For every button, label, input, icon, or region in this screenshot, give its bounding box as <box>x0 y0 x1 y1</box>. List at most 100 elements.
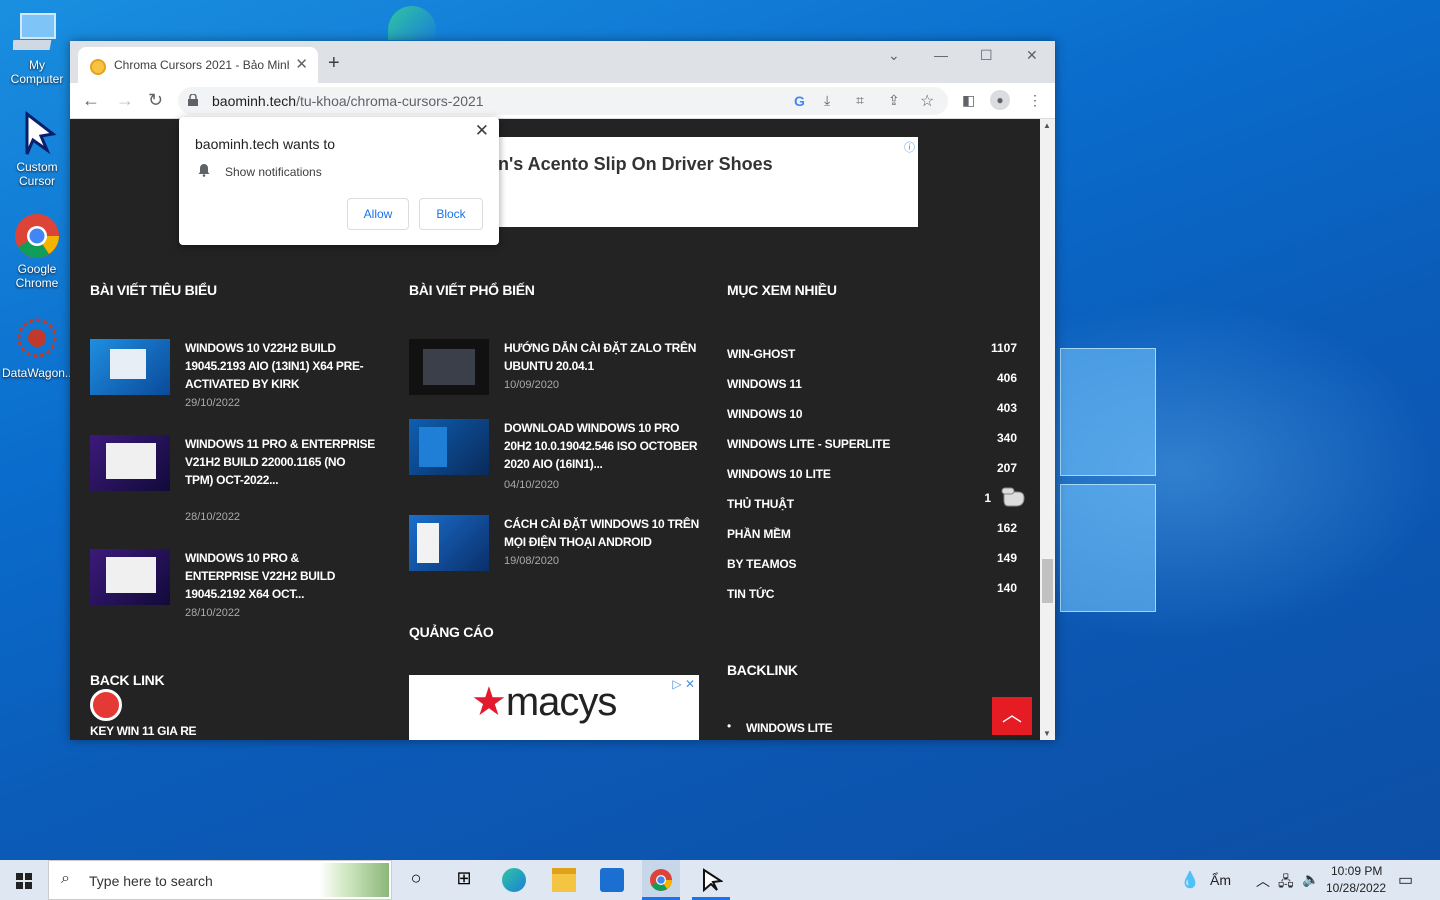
category-item[interactable]: THỦ THUẬT 1 <box>727 491 1017 517</box>
category-name[interactable]: THỦ THUẬT <box>727 497 794 511</box>
tab-close-icon[interactable]: ✕ <box>295 55 308 73</box>
backlink-left-title: BACK LINK <box>90 672 165 688</box>
network-icon[interactable]: 🖧 <box>1278 871 1294 895</box>
ad-info-icon[interactable]: ⓘ <box>904 139 915 155</box>
notification-center-icon[interactable]: ▭ <box>1398 870 1413 890</box>
side-panel-icon[interactable]: ◧ <box>962 92 975 109</box>
top-ad-banner[interactable]: n's Acento Slip On Driver Shoes ⓘ <box>480 137 918 227</box>
post-thumbnail[interactable] <box>90 435 170 491</box>
tab-active[interactable]: Chroma Cursors 2021 - Bảo Minh ✕ <box>78 47 318 83</box>
post-title[interactable]: CÁCH CÀI ĐẶT WINDOWS 10 TRÊN MỌI ĐIỆN TH… <box>504 515 704 551</box>
category-name[interactable]: TIN TỨC <box>727 587 774 601</box>
windows-logo-graphic <box>1060 340 1160 620</box>
search-highlight-image <box>319 863 389 897</box>
scroll-thumb[interactable] <box>1042 559 1053 603</box>
clock-date[interactable]: 10/28/2022 <box>1326 881 1386 895</box>
post-thumbnail[interactable] <box>409 419 489 475</box>
category-item[interactable]: PHẦN MỀM 162 <box>727 521 1017 547</box>
post-title[interactable]: HƯỚNG DẪN CÀI ĐẶT ZALO TRÊN UBUNTU 20.04… <box>504 339 704 375</box>
category-count: 403 <box>996 401 1017 415</box>
category-item[interactable]: WINDOWS 10 LITE 207 <box>727 461 1017 487</box>
forward-icon[interactable]: → <box>116 90 134 111</box>
start-button[interactable] <box>0 860 48 900</box>
category-item[interactable]: WIN-GHOST 1107 <box>727 341 1017 367</box>
post-title[interactable]: WINDOWS 11 PRO & ENTERPRISE V21H2 BUILD … <box>185 435 375 489</box>
category-count: 162 <box>996 521 1017 535</box>
bullet: • <box>727 719 732 733</box>
back-to-top-button[interactable]: ︿ <box>992 697 1032 735</box>
post-thumbnail[interactable] <box>90 339 170 395</box>
edge-taskbar-icon[interactable] <box>502 868 526 892</box>
category-count: 1 <box>984 491 991 505</box>
category-item[interactable]: WINDOWS 10 403 <box>727 401 1017 427</box>
browser-toolbar: ← → ↻ baominh.tech/tu-khoa/chroma-cursor… <box>70 83 1055 119</box>
backlink-left-item[interactable]: KEY WIN 11 GIA RE <box>90 724 197 738</box>
prompt-close-icon[interactable]: ✕ <box>475 121 489 141</box>
category-item[interactable]: BY TEAMOS 149 <box>727 551 1017 577</box>
desktop-icon-google-chrome[interactable]: Google Chrome <box>2 212 72 290</box>
windows-start-icon <box>16 873 32 889</box>
post-title[interactable]: WINDOWS 10 PRO & ENTERPRISE V22H2 BUILD … <box>185 549 375 603</box>
weather-icon[interactable]: 💧 <box>1180 870 1200 890</box>
address-bar[interactable]: baominh.tech/tu-khoa/chroma-cursors-2021… <box>178 87 948 115</box>
post-title[interactable]: DOWNLOAD WINDOWS 10 PRO 20H2 10.0.19042.… <box>504 419 704 473</box>
google-lens-icon[interactable]: G <box>794 93 805 109</box>
notification-bell-icon[interactable] <box>90 689 122 721</box>
custom-cursor-taskbar-button[interactable] <box>692 860 730 900</box>
allow-button[interactable]: Allow <box>347 198 409 230</box>
category-item[interactable]: TIN TỨC 140 <box>727 581 1017 607</box>
clock-time[interactable]: 10:09 PM <box>1331 864 1382 878</box>
reload-icon[interactable]: ↻ <box>148 90 163 111</box>
profile-avatar-icon[interactable]: ● <box>990 90 1010 110</box>
back-icon[interactable]: ← <box>82 90 100 111</box>
block-button[interactable]: Block <box>419 198 483 230</box>
cortana-icon[interactable]: ○ <box>404 868 428 892</box>
post-title[interactable]: WINDOWS 10 V22H2 BUILD 19045.2193 AIO (1… <box>185 339 375 393</box>
window-close-icon[interactable]: ✕ <box>1026 47 1038 64</box>
page-scrollbar[interactable]: ▲ ▼ <box>1040 119 1055 740</box>
minimize-icon[interactable]: — <box>934 47 948 63</box>
file-explorer-icon[interactable] <box>552 868 576 892</box>
store-icon[interactable] <box>600 868 624 892</box>
backlink-right-title: BACKLINK <box>727 662 798 678</box>
menu-kebab-icon[interactable]: ⋮ <box>1028 92 1042 109</box>
desktop-icon-label: Custom Cursor <box>16 160 58 188</box>
desktop-icon-label: DataWagon... <box>2 366 75 380</box>
post-thumbnail[interactable] <box>90 549 170 605</box>
category-item[interactable]: WINDOWS LITE - SUPERLITE 340 <box>727 431 1017 457</box>
category-name[interactable]: BY TEAMOS <box>727 557 797 571</box>
category-name[interactable]: WINDOWS 10 LITE <box>727 467 831 481</box>
backlink-right-item[interactable]: WINDOWS LITE <box>746 721 833 735</box>
new-tab-icon[interactable]: + <box>328 52 340 75</box>
macys-ad[interactable]: ★macys ▷ ✕ <box>409 675 699 740</box>
scroll-down-icon[interactable]: ▼ <box>1043 729 1051 738</box>
category-name[interactable]: PHẦN MỀM <box>727 527 791 541</box>
bookmark-star-icon[interactable]: ☆ <box>920 91 934 111</box>
volume-icon[interactable]: 🔈 <box>1302 871 1319 888</box>
desktop-icon-my-computer[interactable]: My Computer <box>2 8 72 86</box>
edge-desktop-icon[interactable] <box>388 6 436 40</box>
category-name[interactable]: WIN-GHOST <box>727 347 795 361</box>
share-icon[interactable]: ⇪ <box>888 92 900 109</box>
task-view-icon[interactable]: ⊞ <box>452 868 476 892</box>
desktop-icon-datawagon[interactable]: DataWagon... <box>2 316 75 380</box>
maximize-icon[interactable]: ☐ <box>980 47 993 64</box>
site-favicon-icon <box>90 59 106 75</box>
scroll-up-icon[interactable]: ▲ <box>1043 121 1051 130</box>
weather-text[interactable]: Ẩm <box>1210 872 1231 888</box>
ad-choices-icon[interactable]: ▷ ✕ <box>672 677 695 691</box>
post-thumbnail[interactable] <box>409 515 489 571</box>
category-name[interactable]: WINDOWS 11 <box>727 377 802 391</box>
category-name[interactable]: WINDOWS LITE - SUPERLITE <box>727 437 890 451</box>
desktop-icon-custom-cursor[interactable]: Custom Cursor <box>2 110 72 188</box>
computer-icon <box>11 8 61 56</box>
taskbar-search-box[interactable]: ⌕ Type here to search <box>48 860 392 900</box>
chrome-taskbar-button[interactable] <box>642 860 680 900</box>
category-item[interactable]: WINDOWS 11 406 <box>727 371 1017 397</box>
post-thumbnail[interactable] <box>409 339 489 395</box>
tab-search-chevron-icon[interactable]: ⌄ <box>888 47 900 64</box>
translate-icon[interactable]: ⌗ <box>856 92 864 109</box>
category-name[interactable]: WINDOWS 10 <box>727 407 803 421</box>
chevron-up-icon[interactable]: ︿ <box>1256 871 1270 891</box>
install-app-icon[interactable]: ⤓ <box>824 92 830 109</box>
